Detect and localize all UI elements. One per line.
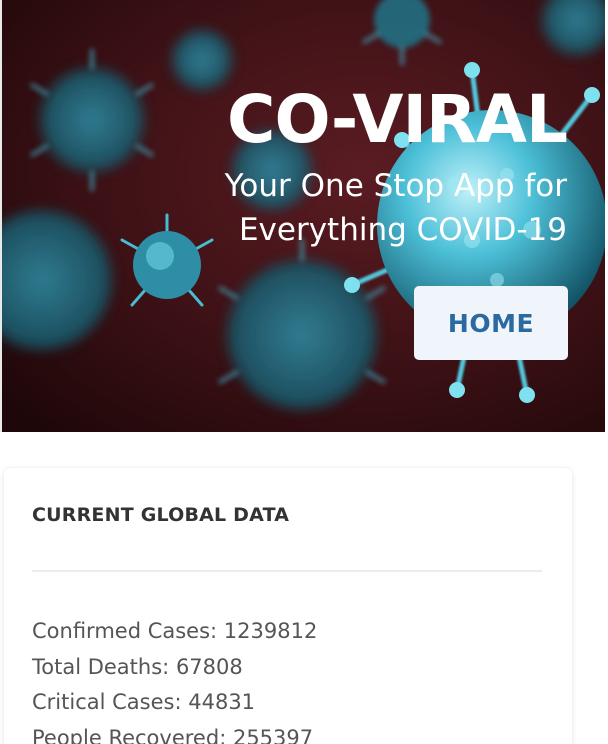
page: CO-VIRAL Your One Stop App for Everythin… [0,0,608,744]
app-title: CO-VIRAL [227,81,568,158]
stat-confirmed-cases: Confirmed Cases: 1239812 [32,619,318,643]
stat-label: People Recovered [32,725,220,744]
global-data-heading: CURRENT GLOBAL DATA [32,504,290,526]
card-divider [32,570,542,572]
stat-total-deaths: Total Deaths: 67808 [32,654,243,679]
global-stats-list: Confirmed Cases: 1239812 Total Deaths: 6… [32,614,317,744]
stat-label: Critical Cases [32,690,175,714]
global-data-card: CURRENT GLOBAL DATA Confirmed Cases: 123… [4,468,572,744]
stat-value: 1239812 [223,619,318,643]
home-button[interactable]: HOME [414,286,568,360]
stat-value: 44831 [188,690,256,714]
stat-people-recovered: People Recovered: 255397 [32,721,317,744]
stat-critical-cases: Critical Cases: 44831 [32,690,256,714]
stat-value: 255397 [232,725,314,744]
app-tagline: Your One Stop App for Everything COVID-1… [224,168,567,248]
stat-label: Confirmed Cases [32,619,211,643]
hero-banner: CO-VIRAL Your One Stop App for Everythin… [0,0,605,432]
stat-value: 67808 [175,654,243,679]
stat-label: Total Deaths [32,654,163,679]
